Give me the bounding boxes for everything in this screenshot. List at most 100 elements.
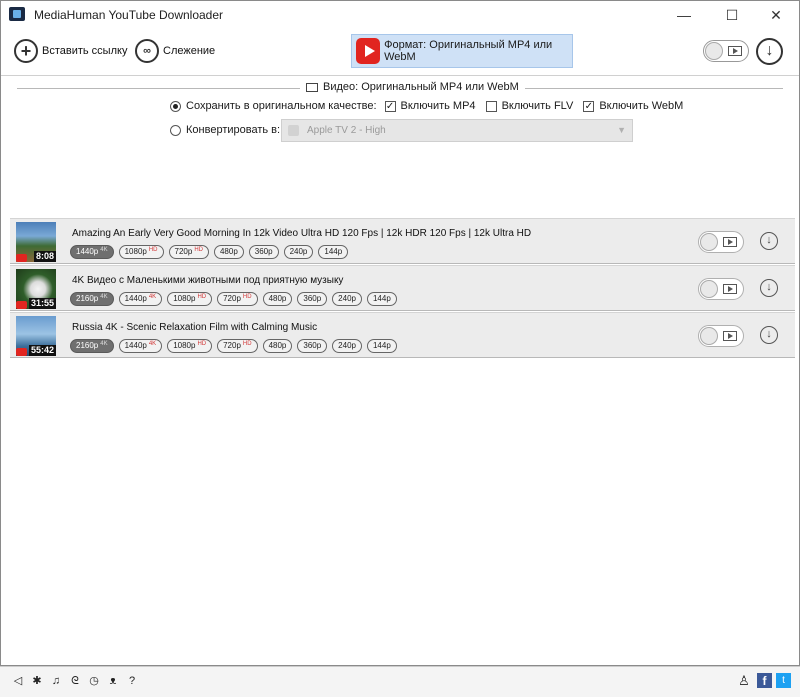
include-mp4-checkbox[interactable]: ✓ bbox=[384, 100, 396, 112]
twitter-icon[interactable]: t bbox=[776, 673, 791, 688]
help-icon[interactable]: ? bbox=[126, 675, 138, 687]
quality-badge[interactable]: 720p HD bbox=[217, 292, 258, 306]
clock-icon[interactable]: ◷ bbox=[88, 675, 100, 687]
item-toggle[interactable] bbox=[698, 278, 744, 300]
quality-label: 1080p bbox=[173, 341, 196, 350]
quality-label: 1080p bbox=[173, 294, 196, 303]
quality-badge[interactable]: 144p bbox=[366, 339, 397, 353]
screen-icon bbox=[723, 284, 737, 294]
gear-icon[interactable]: ✱ bbox=[31, 675, 43, 687]
quality-badge[interactable]: 1440p 4K bbox=[118, 339, 163, 353]
convert-label: Конвертировать в: bbox=[186, 124, 281, 136]
quality-label: 240p bbox=[289, 247, 308, 256]
quality-tag: 4K bbox=[100, 247, 108, 253]
quality-badge[interactable]: 144p bbox=[318, 245, 349, 259]
video-duration: 55:42 bbox=[28, 345, 56, 356]
tracking-button[interactable]: ∞ Слежение bbox=[135, 37, 215, 65]
quality-badge[interactable]: 240p bbox=[332, 339, 362, 353]
quality-label: 720p bbox=[174, 247, 193, 256]
quality-label: 144p bbox=[372, 294, 391, 303]
quality-badge[interactable]: 720p HD bbox=[217, 339, 258, 353]
item-toggle[interactable] bbox=[698, 231, 744, 253]
quality-label: 480p bbox=[268, 294, 287, 303]
youtube-icon bbox=[16, 301, 27, 309]
quality-label: 1440p bbox=[76, 247, 99, 256]
screen-icon bbox=[728, 46, 742, 56]
quality-badge[interactable]: 1080p HD bbox=[167, 292, 213, 306]
save-original-row: Сохранить в оригинальном качестве: ✓ Вкл… bbox=[170, 100, 693, 112]
quality-tag: HD bbox=[242, 341, 252, 347]
bottom-bar: ◁ ✱ ♫ ᘓ ◷ ᴥ ? ♙ f t bbox=[0, 666, 800, 697]
paste-link-label: Вставить ссылку bbox=[42, 45, 128, 57]
music-icon[interactable]: ♫ bbox=[50, 675, 62, 687]
download-button[interactable]: ↓ bbox=[760, 279, 778, 297]
quality-badge[interactable]: 240p bbox=[283, 245, 314, 259]
quality-badge[interactable]: 480p bbox=[262, 292, 293, 306]
convert-format-select[interactable]: Apple TV 2 - High ▼ bbox=[281, 119, 633, 142]
list-item[interactable]: 8:08 Amazing An Early Very Good Morning … bbox=[10, 218, 795, 264]
paste-link-button[interactable]: + Вставить ссылку bbox=[14, 37, 127, 65]
quality-tag: HD bbox=[242, 294, 252, 300]
quality-tag: 4K bbox=[100, 341, 108, 347]
video-title: Amazing An Early Very Good Morning In 12… bbox=[72, 228, 532, 239]
app-icon bbox=[9, 7, 25, 21]
youtube-icon bbox=[16, 348, 27, 356]
quality-label: 2160p bbox=[76, 341, 99, 350]
snail-icon[interactable]: ᘓ bbox=[69, 675, 81, 687]
quality-badge[interactable]: 2160p 4K bbox=[70, 292, 114, 306]
quality-badge[interactable]: 1440p 4K bbox=[70, 245, 114, 259]
section-title: Видео: Оригинальный MP4 или WebM bbox=[300, 81, 525, 93]
list-item[interactable]: 31:55 4K Видео с Маленькими животными по… bbox=[10, 265, 795, 311]
item-toggle[interactable] bbox=[698, 325, 744, 347]
close-button[interactable]: ✕ bbox=[753, 1, 799, 29]
quality-badge[interactable]: 480p bbox=[262, 339, 293, 353]
minimize-button[interactable]: — bbox=[661, 1, 707, 29]
toolbar: + Вставить ссылку ∞ Слежение Формат: Ори… bbox=[1, 29, 799, 76]
quality-label: 1440p bbox=[124, 341, 147, 350]
quality-badge[interactable]: 240p bbox=[332, 292, 362, 306]
quality-badge[interactable]: 480p bbox=[213, 245, 244, 259]
download-button[interactable]: ↓ bbox=[760, 326, 778, 344]
quality-badge[interactable]: 1080p HD bbox=[118, 245, 164, 259]
download-button[interactable]: ↓ bbox=[760, 232, 778, 250]
quality-tag: HD bbox=[197, 341, 207, 347]
quality-label: 2160p bbox=[76, 294, 99, 303]
quality-label: 480p bbox=[219, 247, 238, 256]
binoculars-icon[interactable]: ᴥ bbox=[107, 675, 119, 687]
quality-tag: HD bbox=[194, 247, 203, 253]
quality-badge[interactable]: 720p HD bbox=[168, 245, 209, 259]
quality-badge[interactable]: 1440p 4K bbox=[118, 292, 163, 306]
maximize-button[interactable]: ☐ bbox=[709, 1, 755, 29]
format-label: Формат: Оригинальный MP4 или WebM bbox=[384, 39, 553, 63]
binoculars-icon: ∞ bbox=[135, 39, 159, 63]
quality-badge[interactable]: 360p bbox=[248, 245, 279, 259]
apple-tv-icon bbox=[288, 125, 299, 136]
video-thumbnail: 55:42 bbox=[16, 316, 56, 356]
quality-badge[interactable]: 360p bbox=[297, 292, 328, 306]
auto-download-toggle[interactable] bbox=[703, 40, 749, 62]
list-item[interactable]: 55:42 Russia 4K - Scenic Relaxation Film… bbox=[10, 312, 795, 358]
app-window: MediaHuman YouTube Downloader — ☐ ✕ + Вс… bbox=[0, 0, 800, 666]
youtube-icon bbox=[16, 254, 27, 262]
send-icon[interactable]: ◁ bbox=[12, 675, 24, 687]
quality-label: 240p bbox=[338, 294, 356, 303]
quality-badge[interactable]: 1080p HD bbox=[167, 339, 213, 353]
facebook-icon[interactable]: f bbox=[757, 673, 772, 688]
include-flv-checkbox[interactable] bbox=[485, 100, 497, 112]
quality-badge[interactable]: 360p bbox=[297, 339, 328, 353]
video-duration: 8:08 bbox=[33, 251, 56, 262]
toggle-knob bbox=[700, 327, 718, 345]
window-title: MediaHuman YouTube Downloader bbox=[34, 8, 224, 22]
quality-badge[interactable]: 2160p 4K bbox=[70, 339, 114, 353]
convert-radio[interactable] bbox=[170, 124, 181, 136]
title-bar: MediaHuman YouTube Downloader — ☐ ✕ bbox=[1, 1, 799, 29]
include-webm-checkbox[interactable]: ✓ bbox=[583, 100, 595, 112]
quality-tag: HD bbox=[148, 247, 158, 253]
screen-icon bbox=[306, 82, 318, 92]
include-flv-label: Включить FLV bbox=[501, 100, 574, 112]
quality-badge[interactable]: 144p bbox=[366, 292, 397, 306]
format-selector[interactable]: Формат: Оригинальный MP4 или WebM bbox=[351, 34, 573, 68]
download-all-button[interactable]: ↓ bbox=[756, 38, 783, 65]
save-original-radio[interactable] bbox=[170, 100, 181, 112]
user-icon[interactable]: ♙ bbox=[738, 674, 750, 687]
